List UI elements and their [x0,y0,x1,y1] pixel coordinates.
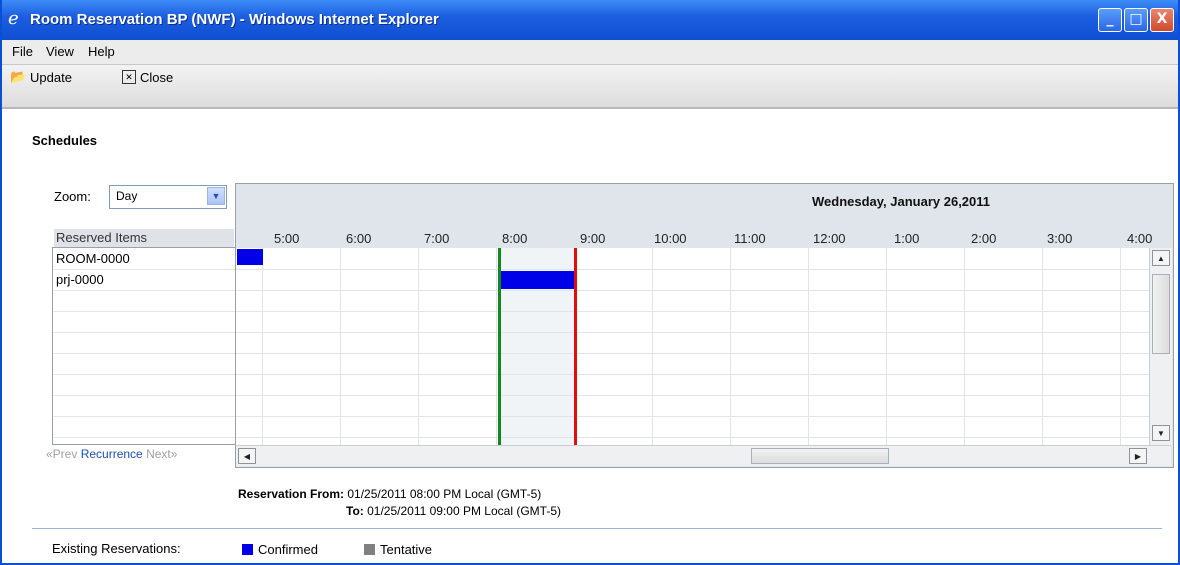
list-item [53,290,236,312]
scroll-up-arrow-icon[interactable]: ▲ [1152,250,1170,266]
reservation-from-value: 01/25/2011 08:00 PM Local (GMT-5) [347,487,542,501]
toolbar: 📂 Update ✕ Close [2,65,1178,109]
divider [32,528,1162,529]
close-box-icon: ✕ [122,70,136,84]
grid-line [236,374,1149,375]
maximize-icon: □ [1129,11,1143,27]
section-title: Schedules [32,133,98,148]
legend-label: Existing Reservations: [52,541,181,556]
grid-line [236,311,1149,312]
horizontal-scrollbar[interactable]: ◀ ▶ [236,445,1171,466]
reserved-item-label: ROOM-0000 [56,251,130,266]
folder-icon: 📂 [10,69,27,84]
reservation-end-marker [574,248,577,445]
next-link[interactable]: Next» [146,447,177,461]
zoom-value: Day [116,189,138,203]
grid-line [236,416,1149,417]
menu-help[interactable]: Help [88,44,115,59]
minimize-icon: _ [1106,11,1114,27]
maximize-button[interactable]: □ [1124,8,1148,32]
hour-label: 2:00 [971,231,997,246]
schedule-date: Wednesday, January 26,2011 [812,194,991,209]
update-label: Update [30,69,72,85]
menu-file[interactable]: File [12,44,33,59]
scroll-right-arrow-icon[interactable]: ▶ [1129,448,1147,464]
grid-line [236,290,1149,291]
list-item[interactable]: prj-0000 [53,269,236,291]
list-item [53,311,236,333]
reservation-from: Reservation From: 01/25/2011 08:00 PM Lo… [238,487,541,501]
grid-line [236,437,1149,438]
update-button[interactable]: 📂 Update [10,68,72,86]
browser-window: e Room Reservation BP (NWF) - Windows In… [0,0,1180,565]
vertical-scroll-thumb[interactable] [1152,274,1170,354]
grid-line [236,353,1149,354]
zoom-label: Zoom: [54,189,91,204]
list-item [53,416,236,438]
hour-label: 7:00 [424,231,450,246]
confirmed-swatch [242,544,253,555]
grid-line [236,395,1149,396]
legend-confirmed: Confirmed [242,542,318,557]
recurrence-nav: «Prev Recurrence Next» [46,447,177,461]
reservation-bar-prj[interactable] [501,271,575,289]
grid-line [236,332,1149,333]
legend-confirmed-label: Confirmed [258,542,318,557]
menu-view[interactable]: View [46,44,74,59]
hour-label: 4:00 [1127,231,1153,246]
reservation-to-label: To: [346,504,364,518]
zoom-select[interactable]: Day ▼ [109,185,227,209]
hour-label: 8:00 [502,231,528,246]
hour-label: 5:00 [274,231,300,246]
reservation-start-marker [498,248,501,445]
menu-bar: File View Help [2,40,1178,65]
reservation-from-label: Reservation From: [238,487,345,501]
close-window-button[interactable]: X [1150,8,1174,32]
reserved-items-header: Reserved Items [54,229,234,247]
list-item [53,353,236,375]
list-item [53,332,236,354]
chevron-down-icon[interactable]: ▼ [207,187,225,205]
legend-tentative-label: Tentative [380,542,433,557]
close-label: Close [140,69,174,85]
reservation-to: To: 01/25/2011 09:00 PM Local (GMT-5) [346,504,561,518]
hour-label: 1:00 [894,231,920,246]
scroll-left-arrow-icon[interactable]: ◀ [238,448,256,464]
close-icon: X [1156,11,1168,27]
hour-header: 5:00 6:00 7:00 8:00 9:00 10:00 11:00 12:… [236,228,1173,248]
schedule-body[interactable] [236,248,1149,445]
recurrence-link[interactable]: Recurrence [81,447,143,461]
reservation-to-value: 01/25/2011 09:00 PM Local (GMT-5) [367,504,561,518]
vertical-scrollbar[interactable]: ▲ ▼ [1149,248,1172,445]
scroll-down-arrow-icon[interactable]: ▼ [1152,425,1170,441]
hour-label: 10:00 [654,231,687,246]
window-title: Room Reservation BP (NWF) - Windows Inte… [30,11,439,28]
reserved-item-label: prj-0000 [56,272,104,287]
list-item [53,395,236,417]
tentative-swatch [364,544,375,555]
reserved-items-list: ROOM-0000 prj-0000 [52,247,237,445]
close-button[interactable]: ✕ Close [122,68,173,86]
legend-tentative: Tentative [364,542,432,557]
list-item [53,374,236,396]
schedule-grid: Wednesday, January 26,2011 5:00 6:00 7:0… [235,183,1174,468]
internet-explorer-icon: e [8,8,19,29]
hour-label: 11:00 [734,231,766,246]
list-item[interactable]: ROOM-0000 [53,248,236,270]
reservation-bar-room[interactable] [237,249,263,265]
prev-link[interactable]: «Prev [46,447,77,461]
hour-label: 6:00 [346,231,372,246]
grid-line [236,269,1149,270]
title-bar[interactable]: e Room Reservation BP (NWF) - Windows In… [2,0,1178,40]
page-content: Schedules Zoom: Day ▼ Reserved Items ROO… [2,109,1178,563]
minimize-button[interactable]: _ [1098,8,1122,32]
hour-label: 12:00 [813,231,846,246]
hour-label: 3:00 [1047,231,1073,246]
hour-label: 9:00 [580,231,606,246]
horizontal-scroll-thumb[interactable] [751,448,889,464]
